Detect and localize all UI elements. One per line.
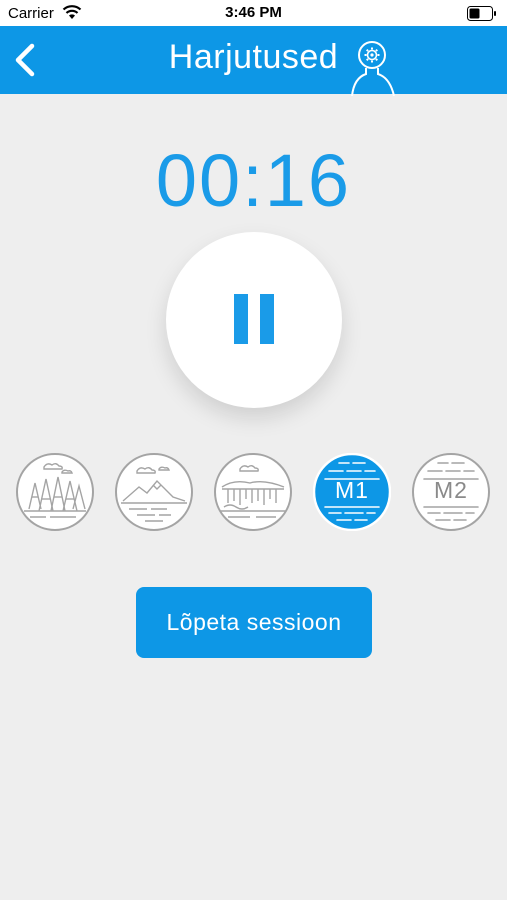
end-session-button[interactable]: Lõpeta sessioon	[136, 587, 372, 658]
person-gear-icon	[351, 41, 395, 97]
scene-mountain-lake-button[interactable]	[115, 453, 193, 531]
status-time: 3:46 PM	[225, 4, 282, 21]
scene-m2-button[interactable]: M2	[412, 453, 490, 531]
scene-forest-button[interactable]	[16, 453, 94, 531]
scene-m1-label: M1	[335, 477, 369, 503]
status-bar: Carrier 3:46 PM	[0, 0, 507, 26]
waterfall-scene-icon	[214, 453, 292, 531]
pause-button[interactable]	[166, 232, 342, 408]
pause-bar-right	[260, 294, 274, 344]
pause-bar-left	[234, 294, 248, 344]
scene-waterfall-button[interactable]	[214, 453, 292, 531]
scene-m2-label: M2	[434, 477, 468, 503]
session-timer: 00:16	[155, 139, 352, 222]
profile-button[interactable]	[348, 40, 400, 97]
scene-m1-button[interactable]: M1	[313, 453, 391, 531]
battery-icon	[467, 6, 497, 26]
nav-bar: Harjutused	[0, 26, 507, 97]
mountain-lake-scene-icon	[115, 453, 193, 531]
forest-scene-icon	[16, 453, 94, 531]
page-title: Harjutused	[168, 38, 339, 76]
